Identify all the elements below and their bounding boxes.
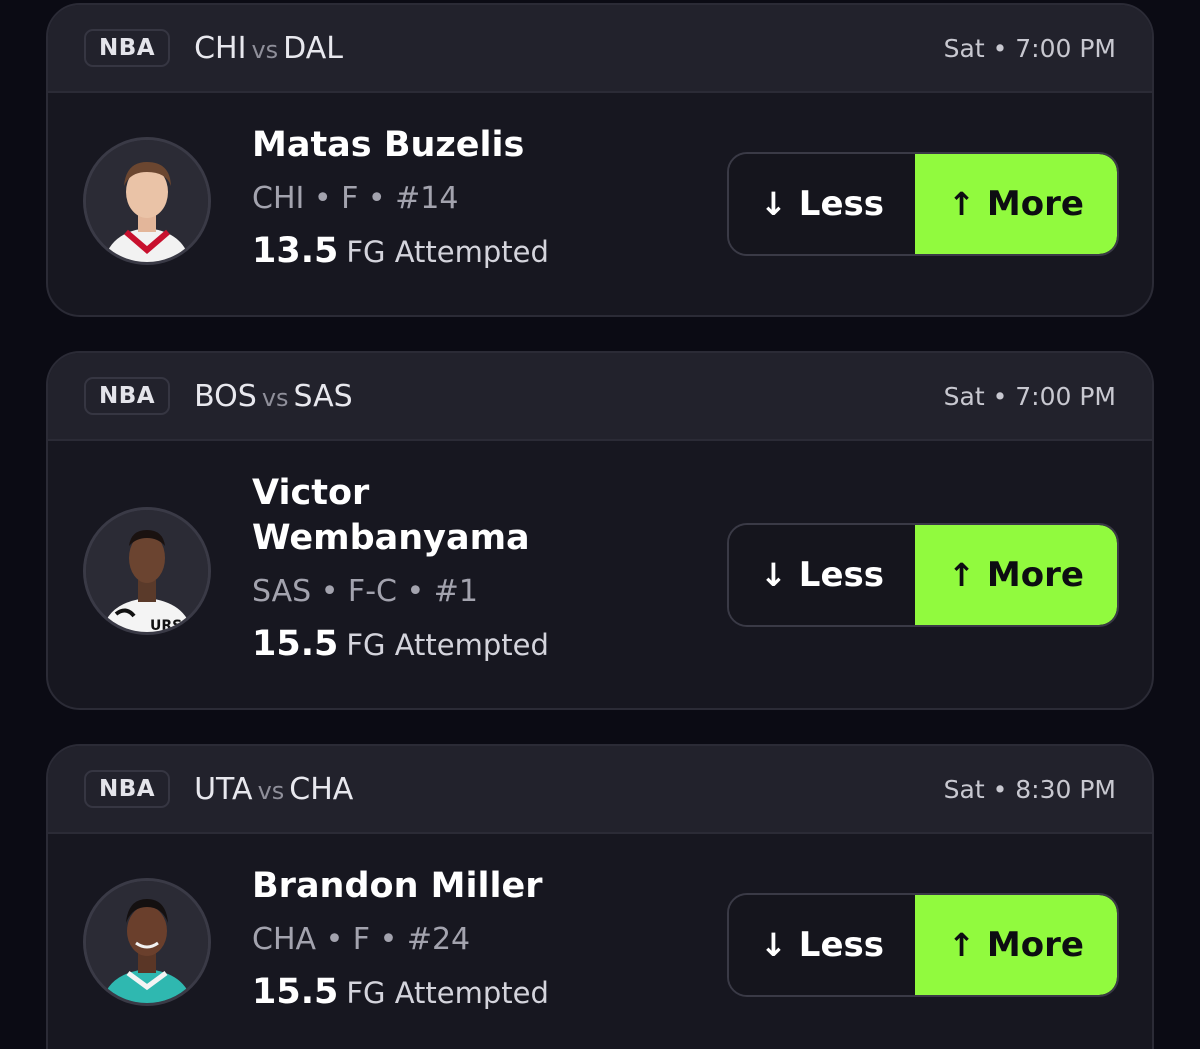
pick-toggle: ↓ Less ↑ More: [727, 893, 1119, 997]
projection-line: 15.5 FG Attempted: [252, 971, 549, 1019]
projection-value: 15.5: [252, 972, 339, 1012]
projection-stat: FG Attempted: [346, 235, 549, 269]
projection-stat: FG Attempted: [346, 976, 549, 1010]
less-label: Less: [798, 184, 884, 224]
league-badge: NBA: [84, 29, 171, 67]
arrow-up-icon: ↑: [948, 185, 975, 223]
arrow-down-icon: ↓: [759, 556, 787, 594]
more-button[interactable]: ↑ More: [915, 154, 1117, 254]
more-button[interactable]: ↑ More: [915, 895, 1117, 995]
arrow-down-icon: ↓: [759, 926, 787, 964]
player-name: Matas Buzelis: [252, 125, 525, 165]
game-time: Sat • 8:30 PM: [943, 774, 1116, 804]
vs-label: vs: [257, 776, 285, 805]
matchup: BOS vs SAS: [194, 379, 353, 414]
projection-card[interactable]: NBA CHI vs DAL Sat • 7:00 PM Matas Buzelis…: [46, 3, 1154, 317]
more-button[interactable]: ↑ More: [915, 525, 1117, 625]
projection-line: 15.5 FG Attempted: [252, 623, 549, 671]
player-meta: SAS • F-C • #1: [252, 574, 478, 609]
projection-stat: FG Attempted: [346, 628, 549, 662]
arrow-up-icon: ↑: [948, 556, 975, 594]
pick-toggle: ↓ Less ↑ More: [727, 152, 1119, 256]
player-info: Victor Wembanyama SAS • F-C • #1 15.5 FG A…: [252, 471, 549, 671]
player-meta: CHA • F • #24: [252, 922, 471, 957]
less-button[interactable]: ↓ Less: [729, 525, 915, 625]
projection-card[interactable]: NBA BOS vs SAS Sat • 7:00 PM URS Victor Wem…: [46, 351, 1154, 710]
more-label: More: [986, 555, 1084, 595]
league-badge: NBA: [84, 770, 171, 808]
less-label: Less: [798, 555, 884, 595]
player-info: Matas Buzelis CHI • F • #14 13.5 FG Attem…: [252, 123, 549, 278]
player-name-first: Victor: [252, 473, 370, 513]
pick-toggle: ↓ Less ↑ More: [727, 523, 1119, 627]
home-team: BOS: [194, 378, 257, 414]
matchup: UTA vs CHA: [194, 772, 353, 807]
game-time: Sat • 7:00 PM: [943, 33, 1116, 63]
less-button[interactable]: ↓ Less: [729, 154, 915, 254]
away-team: DAL: [283, 30, 343, 66]
league-badge: NBA: [84, 377, 171, 415]
player-name-last: Wembanyama: [252, 518, 530, 558]
projection-card[interactable]: NBA UTA vs CHA Sat • 8:30 PM Brandon Mille…: [46, 744, 1154, 1049]
less-button[interactable]: ↓ Less: [729, 895, 915, 995]
arrow-up-icon: ↑: [948, 926, 975, 964]
projection-feed: NBA CHI vs DAL Sat • 7:00 PM Matas Buzelis…: [0, 0, 1200, 1049]
vs-label: vs: [261, 383, 289, 412]
home-team: CHI: [194, 30, 247, 66]
player-name: Brandon Miller: [252, 866, 543, 906]
projection-value: 13.5: [252, 231, 339, 271]
projection-line: 13.5 FG Attempted: [252, 230, 549, 278]
home-team: UTA: [194, 771, 253, 807]
player-name: Victor Wembanyama: [252, 471, 549, 561]
card-header: NBA BOS vs SAS Sat • 7:00 PM: [48, 353, 1152, 441]
card-header: NBA CHI vs DAL Sat • 7:00 PM: [48, 5, 1152, 93]
more-label: More: [986, 925, 1084, 965]
player-meta: CHI • F • #14: [252, 181, 459, 216]
svg-text:URS: URS: [150, 618, 182, 632]
player-info: Brandon Miller CHA • F • #24 15.5 FG Atte…: [252, 864, 549, 1019]
matchup: CHI vs DAL: [194, 31, 343, 66]
away-team: CHA: [289, 771, 354, 807]
more-label: More: [986, 184, 1084, 224]
player-avatar: URS: [83, 507, 211, 635]
arrow-down-icon: ↓: [759, 185, 787, 223]
game-time: Sat • 7:00 PM: [943, 381, 1116, 411]
card-header: NBA UTA vs CHA Sat • 8:30 PM: [48, 746, 1152, 834]
projection-value: 15.5: [252, 624, 339, 664]
away-team: SAS: [293, 378, 353, 414]
less-label: Less: [798, 925, 884, 965]
player-avatar: [83, 878, 211, 1006]
player-avatar: [83, 137, 211, 265]
vs-label: vs: [251, 35, 279, 64]
